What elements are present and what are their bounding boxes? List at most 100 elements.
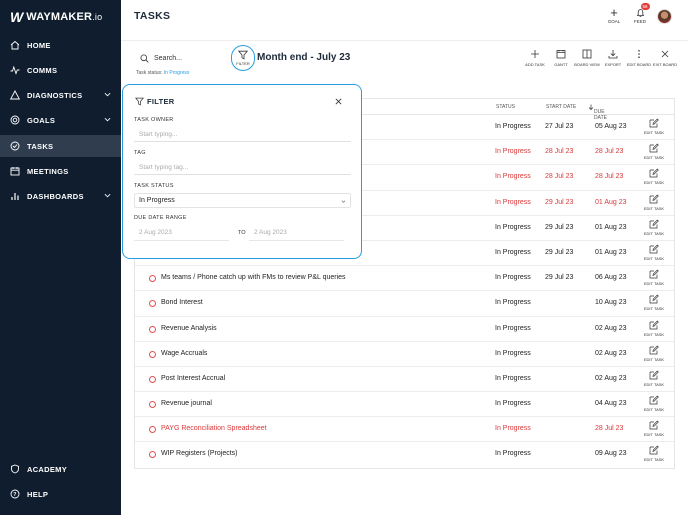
table-row[interactable]: Bond Interest In Progress 10 Aug 23 EDIT TA… <box>135 291 674 317</box>
edit-task-button[interactable]: EDIT TASK <box>642 420 666 437</box>
sidebar-item-diagnostics[interactable]: DIAGNOSTICS <box>0 84 121 106</box>
edit-task-label: EDIT TASK <box>643 130 665 135</box>
task-complete-toggle[interactable] <box>149 300 156 308</box>
search-input[interactable]: Search... <box>154 55 182 62</box>
gantt-button[interactable]: GANTT <box>551 49 571 67</box>
export-button[interactable]: EXPORT <box>603 49 623 67</box>
chevron-down-icon <box>341 200 346 203</box>
table-row[interactable]: Revenue journal In Progress 04 Aug 23 EDIT … <box>135 392 674 418</box>
task-name[interactable]: Bond Interest <box>161 299 203 306</box>
task-start-date: 29 Jul 23 <box>545 274 574 282</box>
task-name[interactable]: Revenue Analysis <box>161 325 217 332</box>
search-box[interactable]: Search... <box>134 49 234 68</box>
sidebar-item-label: HELP <box>27 489 49 499</box>
task-complete-toggle[interactable] <box>149 350 156 358</box>
edit-task-button[interactable]: EDIT TASK <box>642 345 666 362</box>
edit-icon <box>649 445 659 455</box>
logo-suffix: .io <box>92 12 103 22</box>
task-complete-toggle[interactable] <box>149 375 156 383</box>
due-date-from-input[interactable]: 2 Aug 2023 <box>134 227 229 241</box>
task-name[interactable]: Ms teams / Phone catch up with FMs to re… <box>161 274 346 281</box>
pulse-icon <box>10 65 20 75</box>
task-complete-toggle[interactable] <box>149 401 156 409</box>
column-header-start-date[interactable]: START DATE <box>546 104 576 110</box>
edit-task-label: EDIT TASK <box>643 155 665 161</box>
edit-task-button[interactable]: EDIT TASK <box>642 445 666 462</box>
task-owner-input[interactable]: Start typing... <box>134 127 351 142</box>
task-complete-toggle[interactable] <box>149 325 156 333</box>
chevron-down-icon[interactable] <box>104 116 111 123</box>
edit-task-button[interactable]: EDIT TASK <box>642 194 666 211</box>
chevron-down-icon[interactable] <box>104 91 111 98</box>
plus-icon <box>531 50 539 58</box>
task-name[interactable]: Post Interest Accrual <box>161 375 225 382</box>
task-name[interactable]: WIP Registers (Projects) <box>161 450 238 457</box>
edit-board-button[interactable]: EDIT BOARD <box>626 49 652 67</box>
edit-task-button[interactable]: EDIT TASK <box>642 294 666 311</box>
sidebar-item-label: TASKS <box>27 141 54 151</box>
edit-task-button[interactable]: EDIT TASK <box>642 244 666 261</box>
tag-input[interactable]: Start typing tag... <box>134 160 351 175</box>
column-header-status[interactable]: STATUS <box>496 104 515 110</box>
close-icon[interactable] <box>334 97 343 106</box>
sidebar-item-comms[interactable]: COMMS <box>0 59 121 81</box>
task-status: In Progress <box>495 148 531 156</box>
edit-icon <box>649 294 659 304</box>
task-status-select[interactable]: In Progress <box>134 193 351 208</box>
task-complete-toggle[interactable] <box>149 275 156 283</box>
sidebar-item-home[interactable]: HOME <box>0 34 121 56</box>
gantt-label: GANTT <box>554 62 568 67</box>
edit-task-button[interactable]: EDIT TASK <box>642 320 666 337</box>
board-view-button[interactable]: BOARD VIEW <box>574 49 600 67</box>
sidebar-item-label: HOME <box>27 40 51 50</box>
feed-label: FEED <box>633 19 646 24</box>
edit-task-label: EDIT TASK <box>643 356 665 362</box>
status-value[interactable]: In Progress <box>164 70 190 76</box>
filter-button[interactable]: FILTER <box>231 45 255 71</box>
table-row[interactable]: WIP Registers (Projects) In Progress 09 Au… <box>135 442 674 467</box>
exit-board-button[interactable]: EXIT BOARD <box>653 49 677 67</box>
sidebar-item-tasks[interactable]: TASKS <box>0 135 121 157</box>
column-header-due-date[interactable]: DUE DATE <box>588 104 607 121</box>
task-status-label: TASK STATUS <box>134 183 174 189</box>
task-status-line: Task status: In Progress <box>136 70 189 76</box>
sidebar-item-goals[interactable]: GOALS <box>0 109 121 131</box>
task-name[interactable]: PAYG Reconciliation Spreadsheet <box>161 425 267 432</box>
table-row[interactable]: Ms teams / Phone catch up with FMs to re… <box>135 266 674 292</box>
table-row[interactable]: Post Interest Accrual In Progress 02 Aug 2… <box>135 367 674 393</box>
due-date-to-input[interactable]: 2 Aug 2023 <box>249 227 344 241</box>
edit-task-button[interactable]: EDIT TASK <box>642 118 666 135</box>
edit-task-label: EDIT TASK <box>643 457 665 463</box>
task-name[interactable]: Wage Accruals <box>161 350 207 357</box>
task-name[interactable]: Revenue journal <box>161 400 212 407</box>
edit-task-button[interactable]: EDIT TASK <box>642 370 666 387</box>
table-row[interactable]: Wage Accruals In Progress 02 Aug 23 EDIT TA… <box>135 342 674 367</box>
edit-icon <box>649 420 659 430</box>
chevron-down-icon[interactable] <box>104 192 111 199</box>
board-title: Month end - July 23 <box>257 52 351 63</box>
sidebar: W WAYMAKER.io HOME COMMS DIAGNOSTICS GOA… <box>0 0 121 515</box>
edit-task-label: EDIT TASK <box>643 180 665 186</box>
task-due-date: 04 Aug 23 <box>595 400 627 408</box>
task-complete-toggle[interactable] <box>149 451 156 459</box>
sidebar-item-dashboards[interactable]: DASHBOARDS <box>0 185 121 207</box>
avatar[interactable] <box>657 9 672 24</box>
feed-button[interactable]: 58 FEED <box>631 3 650 24</box>
sidebar-item-meetings[interactable]: MEETINGS <box>0 160 121 182</box>
edit-task-button[interactable]: EDIT TASK <box>642 219 666 236</box>
sidebar-item-academy[interactable]: ACADEMY <box>0 458 121 480</box>
goal-button[interactable]: + GOAL <box>605 6 623 24</box>
sidebar-item-help[interactable]: ? HELP <box>0 483 121 505</box>
edit-task-button[interactable]: EDIT TASK <box>642 269 666 286</box>
edit-board-label: EDIT BOARD <box>626 62 652 67</box>
table-row[interactable]: PAYG Reconciliation Spreadsheet In Progre… <box>135 417 674 443</box>
edit-task-label: EDIT TASK <box>643 407 665 413</box>
edit-task-button[interactable]: EDIT TASK <box>642 168 666 185</box>
task-complete-toggle[interactable] <box>149 426 156 434</box>
edit-task-button[interactable]: EDIT TASK <box>642 143 666 160</box>
edit-icon <box>649 269 659 279</box>
edit-task-button[interactable]: EDIT TASK <box>642 395 666 412</box>
table-row[interactable]: Revenue Analysis In Progress 02 Aug 23 EDIT… <box>135 317 674 342</box>
waymaker-logo[interactable]: W WAYMAKER.io <box>10 9 102 25</box>
add-task-button[interactable]: ADD TASK <box>525 49 545 67</box>
